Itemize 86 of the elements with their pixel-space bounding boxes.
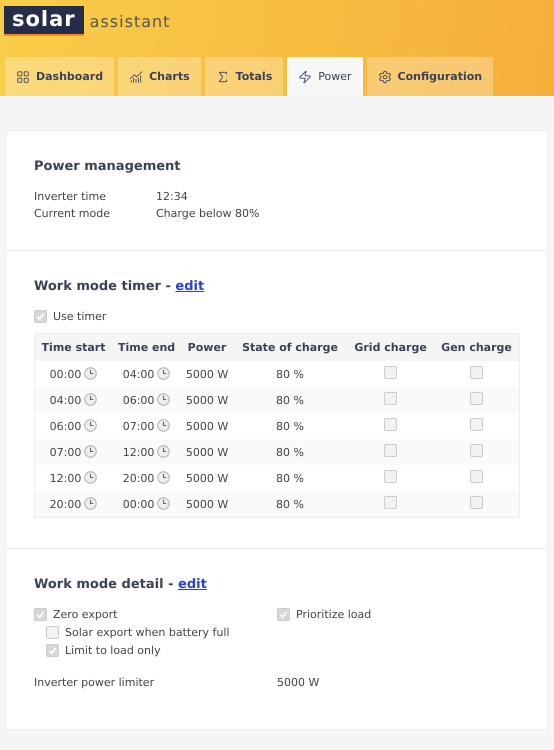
- clock-icon[interactable]: [157, 497, 170, 510]
- field-label: Inverter power limiter: [34, 676, 156, 689]
- section-title: Work mode detail - edit: [34, 577, 208, 592]
- brand-name: assistant: [90, 12, 170, 30]
- checkbox[interactable]: [470, 418, 484, 431]
- section-title: Work mode timer - edit: [34, 279, 206, 294]
- checkbox-label: Prioritize load: [296, 608, 372, 621]
- checkbox[interactable]: [34, 310, 47, 323]
- nav-tab[interactable]: Power: [287, 57, 363, 96]
- clock-icon[interactable]: [157, 393, 170, 406]
- clock-icon[interactable]: [157, 471, 170, 484]
- checkbox[interactable]: [46, 626, 59, 639]
- time-value: 20:00: [122, 472, 154, 485]
- table-cell: 5000 W: [181, 413, 233, 439]
- time-value: 07:00: [50, 446, 82, 459]
- checkbox[interactable]: [470, 444, 484, 457]
- table-cell: 80 %: [232, 465, 348, 491]
- checkbox-label: Use timer: [53, 310, 106, 323]
- column-header: Time start: [34, 334, 112, 361]
- table-cell: 5000 W: [181, 361, 233, 387]
- checkbox[interactable]: [470, 392, 484, 405]
- field-value: 12:34: [156, 190, 189, 203]
- checkbox[interactable]: [384, 496, 398, 509]
- table-cell: 80 %: [232, 413, 348, 439]
- column-header: Time end: [112, 334, 182, 361]
- time-value: 00:00: [122, 498, 154, 511]
- time-value: 04:00: [50, 394, 82, 407]
- checkbox[interactable]: [384, 418, 398, 431]
- nav-tab[interactable]: Configuration: [366, 57, 494, 96]
- column-header: Gen charge: [434, 334, 520, 361]
- time-value: 04:00: [122, 368, 154, 381]
- clock-icon[interactable]: [84, 367, 98, 380]
- field-value: Charge below 80%: [156, 207, 260, 220]
- time-value: 12:00: [50, 472, 82, 485]
- clock-icon[interactable]: [84, 497, 98, 510]
- field-value: 5000 W: [277, 676, 320, 689]
- table-cell: 5000 W: [181, 491, 233, 518]
- table-cell: 80 %: [232, 439, 348, 465]
- checkbox[interactable]: [470, 366, 484, 379]
- checkbox[interactable]: [384, 444, 398, 457]
- time-value: 12:00: [122, 446, 154, 459]
- table-cell: 80 %: [232, 361, 348, 387]
- clock-icon[interactable]: [157, 445, 170, 458]
- grid-icon: [16, 70, 30, 84]
- checkbox[interactable]: [277, 608, 290, 621]
- clock-icon[interactable]: [84, 445, 98, 458]
- clock-icon[interactable]: [84, 419, 98, 432]
- time-value: 06:00: [122, 394, 154, 407]
- checkbox[interactable]: [384, 366, 398, 379]
- chart-icon: [129, 70, 144, 84]
- table-cell: 80 %: [232, 491, 348, 518]
- lightning-icon: [298, 70, 312, 84]
- table-cell: 5000 W: [181, 439, 233, 465]
- checkbox-label: Zero export: [53, 608, 118, 621]
- time-value: 07:00: [122, 420, 154, 433]
- time-value: 00:00: [50, 368, 82, 381]
- checkbox[interactable]: [384, 392, 398, 405]
- checkbox-label: Solar export when battery full: [65, 626, 230, 639]
- edit-link[interactable]: edit: [175, 279, 204, 294]
- checkbox[interactable]: [470, 496, 484, 509]
- table-cell: 80 %: [232, 387, 348, 413]
- checkbox-label: Limit to load only: [65, 644, 161, 657]
- time-value: 06:00: [50, 420, 82, 433]
- nav-tab[interactable]: Totals: [204, 57, 284, 96]
- logo: solar: [4, 6, 84, 36]
- section-title: Power management: [34, 159, 182, 174]
- checkbox[interactable]: [46, 644, 59, 657]
- checkbox[interactable]: [384, 470, 398, 483]
- gear-icon: [378, 70, 392, 84]
- field-label: Current mode: [34, 207, 112, 220]
- clock-icon[interactable]: [157, 367, 170, 380]
- column-header: State of charge: [232, 334, 348, 361]
- checkbox[interactable]: [470, 470, 484, 483]
- column-header: Power: [181, 334, 233, 361]
- nav-tab[interactable]: Dashboard: [5, 57, 114, 96]
- clock-icon[interactable]: [157, 419, 170, 432]
- time-value: 20:00: [50, 498, 82, 511]
- edit-link[interactable]: edit: [178, 577, 207, 592]
- field-label: Inverter time: [34, 190, 107, 203]
- clock-icon[interactable]: [84, 393, 98, 406]
- nav-tab[interactable]: Charts: [118, 57, 201, 96]
- table-cell: 5000 W: [181, 387, 233, 413]
- table-cell: 5000 W: [181, 465, 233, 491]
- checkbox[interactable]: [34, 608, 47, 621]
- column-header: Grid charge: [347, 334, 434, 361]
- clock-icon[interactable]: [84, 471, 98, 484]
